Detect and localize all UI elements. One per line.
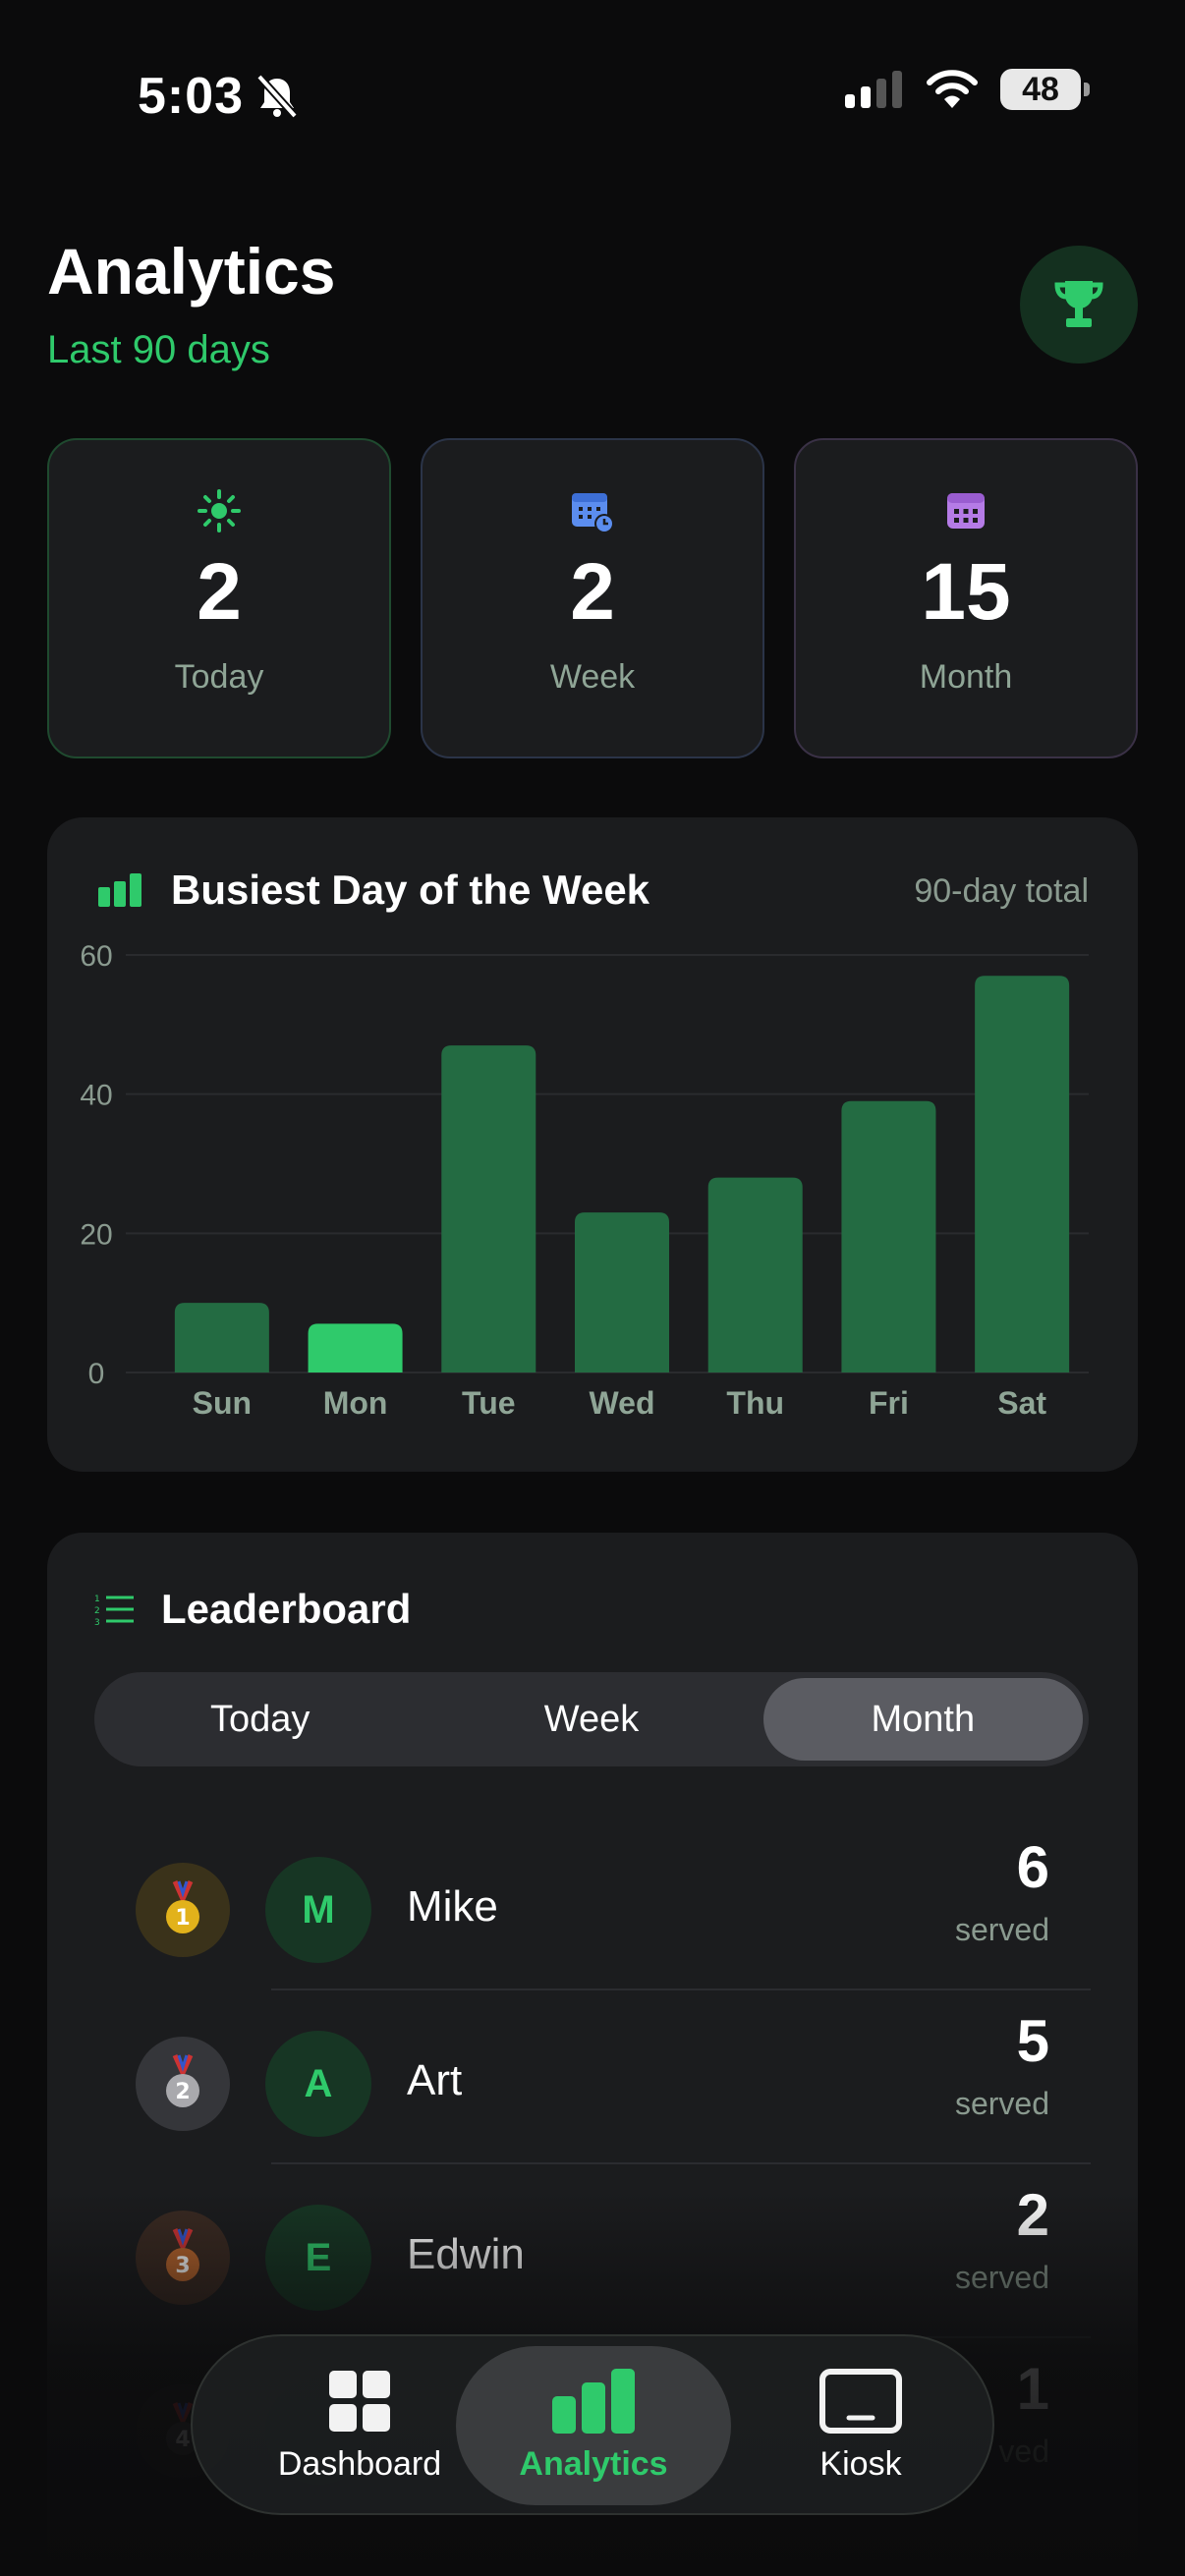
tab-bar: Dashboard Analytics Kiosk — [191, 2334, 994, 2515]
x-tick-label: Fri — [869, 1385, 909, 1421]
chart-title: Busiest Day of the Week — [171, 867, 650, 913]
served-label: served — [954, 2086, 1049, 2121]
svg-text:2: 2 — [94, 1606, 100, 1616]
page-title: Analytics — [47, 235, 336, 308]
status-time: 5:03 — [138, 68, 245, 125]
leaderboard-title: Leaderboard — [161, 1586, 412, 1632]
calendar-icon — [947, 493, 985, 529]
medal-rank: 3 — [175, 2254, 190, 2278]
bar-chart-icon — [98, 873, 141, 907]
tab-label: Dashboard — [277, 2444, 442, 2483]
trophy-button[interactable] — [1020, 246, 1138, 364]
bar-wed — [575, 1212, 669, 1372]
calendar-clock-icon — [572, 493, 614, 533]
svg-text:1: 1 — [94, 1595, 100, 1604]
medal-icon-graphic: 1 — [166, 1879, 199, 1933]
tab-kiosk[interactable]: Kiosk — [743, 2346, 979, 2505]
x-tick-label: Sat — [997, 1385, 1046, 1421]
busiest-day-chart-card: 0 20 40 60 Sun Mon Tue Wed Thu Fri Sat Busiest Day… — [47, 817, 1138, 1472]
status-indicators: 48 — [843, 69, 1090, 110]
trophy-icon — [1054, 281, 1103, 327]
medal-icon: 2 — [136, 2037, 230, 2131]
stat-label: Today — [174, 658, 264, 696]
served-count: 1 — [1016, 2356, 1049, 2422]
page-subtitle: Last 90 days — [47, 328, 270, 371]
served-label: served — [954, 1912, 1049, 1947]
served-count: 5 — [1016, 2008, 1049, 2074]
member-name: Edwin — [407, 2230, 525, 2278]
x-tick-label: Thu — [726, 1385, 784, 1421]
medal-rank: 1 — [175, 1906, 190, 1931]
segment-month[interactable]: Month — [762, 1678, 1083, 1761]
tab-label: Analytics — [519, 2444, 668, 2483]
row-divider — [271, 1988, 1091, 1990]
member-name: Art — [407, 2056, 463, 2104]
stat-value: 2 — [570, 547, 615, 637]
avatar: A — [265, 2031, 371, 2137]
tablet-icon — [819, 2368, 902, 2434]
served-count: 2 — [1016, 2182, 1049, 2248]
leaderboard-row[interactable]: 1 M Mike 6 served — [47, 1818, 1138, 1990]
tab-analytics[interactable]: Analytics — [456, 2346, 731, 2505]
x-tick-label: Tue — [462, 1385, 516, 1421]
wifi-icon — [927, 70, 978, 108]
tab-dashboard[interactable]: Dashboard — [242, 2346, 478, 2505]
segment-today[interactable]: Today — [100, 1678, 420, 1761]
stat-label: Week — [549, 658, 636, 696]
avatar: E — [265, 2205, 371, 2311]
svg-text:3: 3 — [94, 1618, 100, 1626]
signal-icon — [845, 71, 902, 108]
medal-icon-graphic: 2 — [166, 2053, 199, 2107]
bar-sun — [174, 1303, 269, 1372]
chart-header: Busiest Day of the Week — [98, 867, 649, 914]
period-segmented-control: Today Week Month — [94, 1672, 1089, 1766]
y-tick-label: 0 — [88, 1358, 105, 1390]
segment-week[interactable]: Week — [431, 1678, 751, 1761]
bell-muted-icon — [256, 74, 298, 119]
bar-thu — [707, 1177, 803, 1372]
bar-chart-icon — [552, 2368, 635, 2434]
bar-fri — [841, 1100, 936, 1372]
y-tick-label: 60 — [80, 940, 112, 973]
served-count: 6 — [1016, 1834, 1049, 1900]
stat-label: Month — [919, 658, 1013, 696]
medal-rank: 2 — [175, 2080, 190, 2104]
bar-sat — [975, 976, 1070, 1372]
served-label: served — [954, 2260, 1049, 2295]
stat-card-week: 2 Week — [421, 438, 764, 758]
chart-note: 90-day total — [914, 872, 1089, 910]
member-name: Mike — [407, 1882, 498, 1931]
medal-icon: 3 — [136, 2211, 230, 2305]
served-label: ved — [998, 2434, 1049, 2469]
leaderboard-header: 1 2 3 Leaderboard — [94, 1586, 411, 1633]
stat-value: 15 — [921, 547, 1011, 637]
x-tick-label: Sun — [193, 1385, 252, 1421]
sun-icon — [198, 489, 241, 532]
row-divider — [271, 2162, 1091, 2164]
y-tick-label: 40 — [80, 1080, 112, 1112]
grid-icon — [329, 2370, 390, 2432]
x-tick-label: Mon — [323, 1385, 388, 1421]
leaderboard-row[interactable]: 2 A Art 5 served — [47, 1991, 1138, 2164]
stat-value: 2 — [197, 547, 242, 637]
medal-icon: 1 — [136, 1863, 230, 1957]
y-tick-label: 20 — [80, 1218, 112, 1251]
avatar: M — [265, 1857, 371, 1963]
battery-indicator: 48 — [1000, 69, 1090, 110]
medal-rank: 4 — [175, 2428, 190, 2452]
bar-mon — [308, 1323, 403, 1372]
busiest-day-bar-chart: 0 20 40 60 Sun Mon Tue Wed Thu Fri Sat — [80, 940, 1089, 1421]
numbered-list-icon: 1 2 3 — [94, 1595, 134, 1626]
stat-card-month: 15 Month — [794, 438, 1138, 758]
bar-tue — [441, 1045, 536, 1372]
leaderboard-row[interactable]: 3 E Edwin 2 served — [47, 2165, 1138, 2338]
x-tick-label: Wed — [590, 1385, 655, 1421]
stat-card-today: 2 Today — [47, 438, 391, 758]
tab-label: Kiosk — [819, 2444, 902, 2483]
medal-icon-graphic: 3 — [166, 2227, 199, 2281]
